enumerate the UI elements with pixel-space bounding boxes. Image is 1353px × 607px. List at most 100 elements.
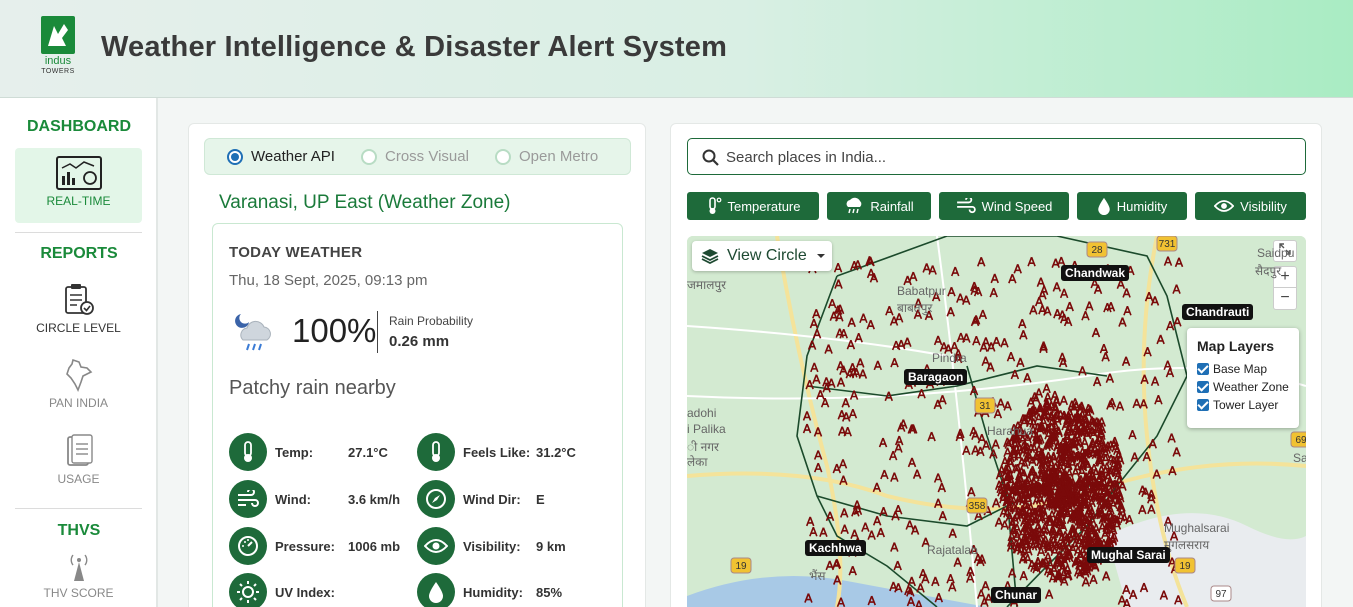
svg-text:97: 97 [1215,589,1227,600]
sidebar-divider [15,232,142,233]
search-icon [702,149,719,166]
layer-toggle-base-map[interactable]: Base Map [1197,360,1289,378]
search-input[interactable] [726,147,1286,167]
radio-dot [227,148,243,165]
weather-condition: Patchy rain nearby [229,377,396,399]
map-text: मुगलसराय [1164,538,1210,552]
map-text: Rajatalab [927,543,978,557]
place-label-baragaon[interactable]: Baragaon [904,369,968,385]
visibility-layer-button[interactable]: Visibility [1195,192,1306,220]
sidebar-item-thv-score[interactable]: THV SCORE [15,552,142,607]
metric-visibility: Visibility: 9 km [417,527,566,565]
place-label-chandwak[interactable]: Chandwak [1061,265,1130,281]
metric-value: 9 km [536,538,566,554]
temperature-layer-button[interactable]: Temperature [687,192,819,220]
eye-icon [1214,200,1235,212]
map-text: सैदपुर [1255,264,1282,278]
map-text: बाबतपुर [897,301,933,315]
metric-value: 85% [536,584,563,600]
sidebar-item-label: PAN INDIA [48,396,109,410]
zoom-out-button[interactable]: − [1273,288,1297,310]
checkbox[interactable] [1197,399,1209,411]
logo-subtext: TOWERS [41,68,75,75]
place-search[interactable] [687,138,1306,175]
map-text: Harahua [987,424,1034,438]
chevron-down-icon [816,254,825,258]
today-weather-card: TODAY WEATHER Thu, 18 Sept, 2025, 09:13 … [212,223,623,607]
map-text: लेका [687,455,708,469]
radio-label: Cross Visual [385,148,469,165]
checkbox[interactable] [1197,381,1209,393]
logo-mark-icon [41,16,75,54]
tower-map[interactable]: 28 731 69 19 19 358 97 31 View Circle + − Map L… [687,236,1306,607]
place-label-chandrauti[interactable]: Chandrauti [1182,304,1254,320]
sidebar: DASHBOARD REAL-TIME REPORTS CIRCLE LEVEL… [0,98,158,607]
dashboard-icon [55,156,102,190]
thermometer-icon [229,433,267,471]
metric-temp: Temp: 27.1°C [229,433,388,471]
thermometer-icon [417,433,455,471]
metric-label: Temp: [275,444,314,460]
indus-towers-logo[interactable]: indus TOWERS [38,16,78,84]
metric-label: Humidity: [463,584,523,600]
view-circle-dropdown[interactable]: View Circle [692,241,832,271]
tower-signal-icon [70,554,87,581]
wind-speed-layer-button[interactable]: Wind Speed [939,192,1069,220]
map-text: adohi [687,406,717,420]
metric-uv-index: UV Index: [229,573,348,607]
svg-text:28: 28 [1091,245,1103,256]
radio-cross-visual[interactable]: Cross Visual [361,148,469,165]
sidebar-item-label: CIRCLE LEVEL [36,321,121,335]
metric-label: Pressure: [275,538,335,554]
clipboard-report-icon [64,284,94,315]
layer-button-label: Humidity [1116,198,1168,214]
sidebar-item-usage[interactable]: USAGE [15,434,142,494]
weather-heading: TODAY WEATHER [229,244,363,261]
sidebar-item-circle-level[interactable]: CIRCLE LEVEL [15,283,142,343]
layer-label: Base Map [1213,362,1268,376]
humidity-layer-button[interactable]: Humidity [1077,192,1187,220]
metric-wind-dir: Wind Dir: E [417,480,545,518]
sidebar-item-real-time[interactable]: REAL-TIME [15,148,142,223]
layer-button-label: Visibility [1240,198,1287,214]
place-label-mughal-sarai[interactable]: Mughal Sarai [1087,547,1170,563]
metric-value: E [536,491,545,507]
road-shield: 358 [966,497,988,514]
metric-wind: Wind: 3.6 km/h [229,480,400,518]
road-shield: 19 [730,557,752,574]
svg-text:19: 19 [1179,561,1191,572]
wind-icon [956,198,976,214]
road-shield: 731 [1156,236,1178,252]
svg-text:731: 731 [1159,239,1176,250]
sidebar-item-label: THV SCORE [43,586,114,600]
radio-dot [495,148,511,165]
app-header: indus TOWERS Weather Intelligence & Disa… [0,0,1353,98]
radio-open-metro[interactable]: Open Metro [495,148,598,165]
night-rain-cloud-icon [235,314,271,351]
layer-button-label: Wind Speed [981,198,1053,214]
metric-value: 1006 mb [348,538,401,554]
view-circle-label: View Circle [727,247,807,264]
rainfall-layer-button[interactable]: Rainfall [827,192,931,220]
road-shield: 31 [974,397,996,414]
india-map-icon [65,358,92,392]
sidebar-divider [15,508,142,509]
metric-value: 3.6 km/h [348,491,401,507]
road-shield: 69 [1290,431,1306,448]
layer-toggle-weather-zone[interactable]: Weather Zone [1197,378,1289,396]
sidebar-item-label: REAL-TIME [46,194,111,208]
radio-weather-api[interactable]: Weather API [227,148,335,165]
layers-icon [701,249,719,264]
place-label-kachhwa[interactable]: Kachhwa [805,540,866,556]
place-label-chunar[interactable]: Chunar [991,587,1041,603]
sidebar-section-dashboard: DASHBOARD [27,118,131,135]
sidebar-item-pan-india[interactable]: PAN INDIA [15,358,142,418]
radio-label: Open Metro [519,148,599,165]
layer-button-label: Rainfall [870,198,914,214]
checkbox[interactable] [1197,363,1209,375]
layer-toggle-tower-layer[interactable]: Tower Layer [1197,396,1289,414]
logo-text: indus [44,55,72,67]
eye-icon [417,527,455,565]
location-title: Varanasi, UP East (Weather Zone) [219,192,511,213]
map-text: i Palika [687,422,726,436]
